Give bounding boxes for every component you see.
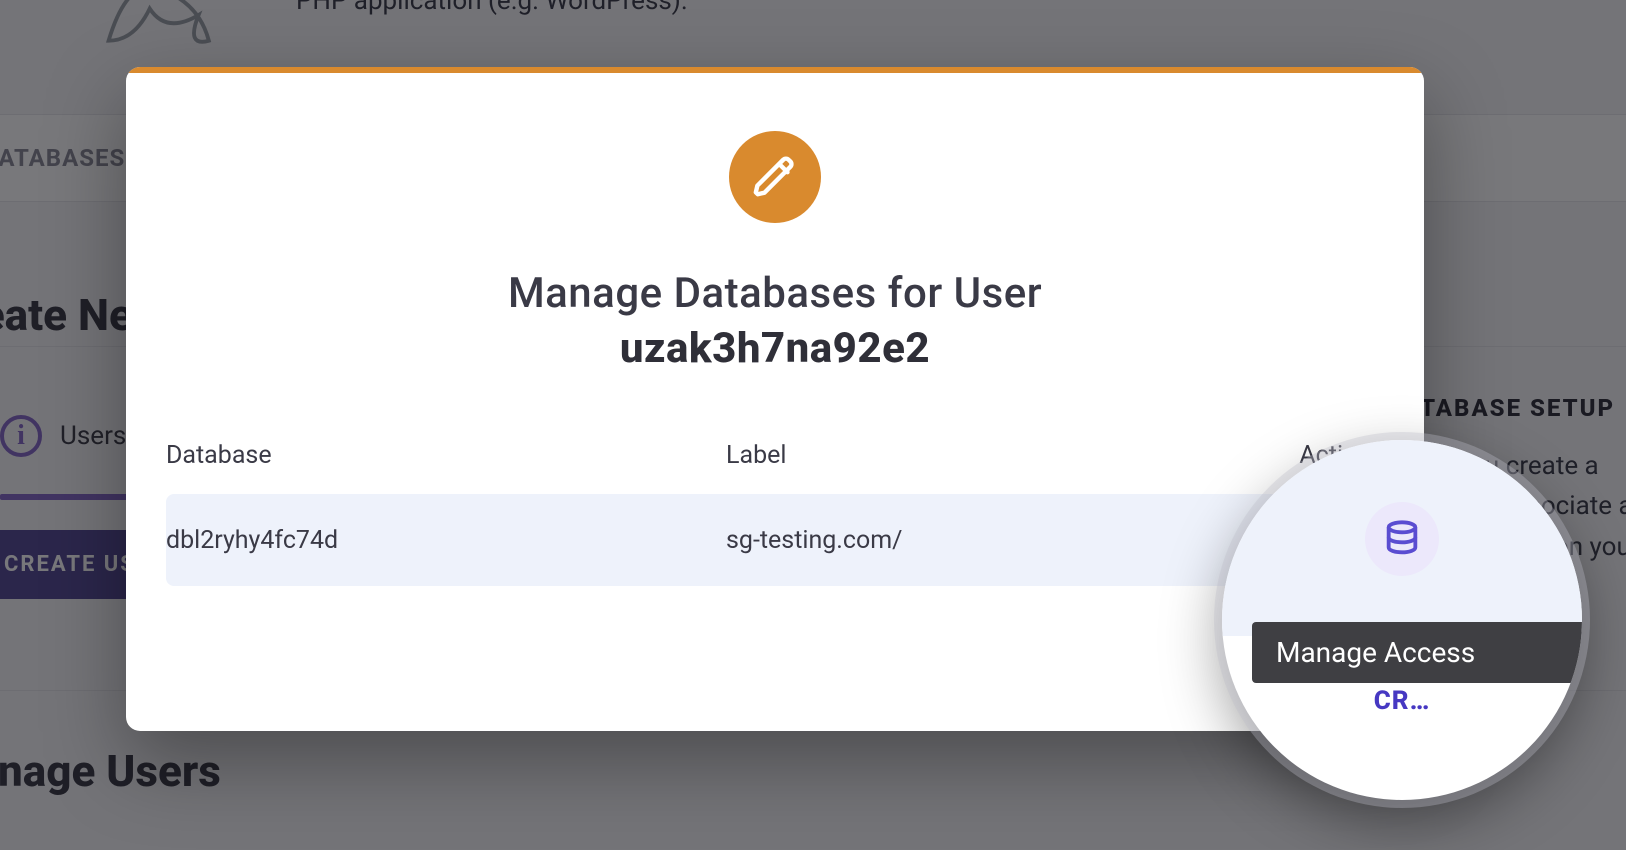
spotlight-under-text: CR…: [1222, 686, 1582, 716]
modal-user: uzak3h7na92e2: [126, 324, 1424, 373]
database-table: Database Label Actions dbl2ryhy4fc74d sg…: [166, 441, 1384, 586]
pencil-icon: [729, 131, 821, 223]
col-database: Database: [166, 441, 726, 470]
modal-title: Manage Databases for User: [126, 269, 1424, 318]
spotlight-manage-access-button[interactable]: [1365, 502, 1439, 576]
cell-label: sg-testing.com/: [726, 526, 1224, 555]
table-header: Database Label Actions: [166, 441, 1384, 494]
col-label: Label: [726, 441, 1224, 470]
table-row: dbl2ryhy4fc74d sg-testing.com/: [166, 494, 1384, 586]
database-icon: [1382, 519, 1422, 559]
cell-database: dbl2ryhy4fc74d: [166, 526, 726, 555]
spotlight-callout: Manage Access CR…: [1222, 440, 1582, 800]
manage-access-tooltip: Manage Access: [1252, 622, 1582, 683]
